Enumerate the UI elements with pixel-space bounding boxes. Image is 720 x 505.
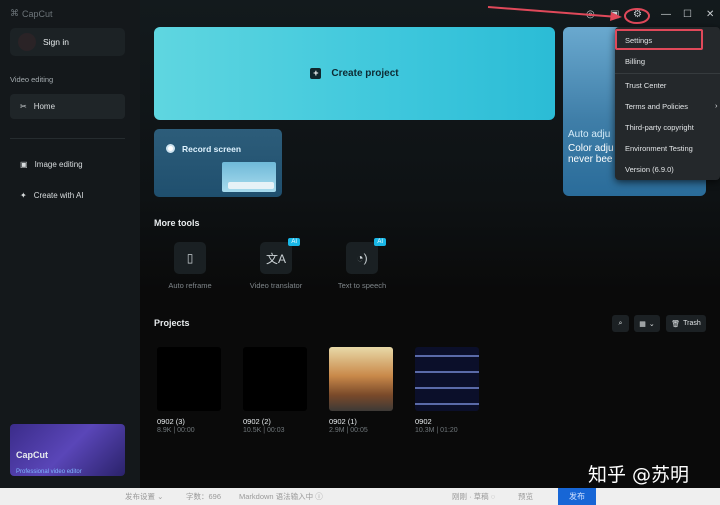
- project-thumbnail: [415, 347, 479, 411]
- trash-icon: 🗑: [671, 320, 681, 328]
- project-thumbnail: [329, 347, 393, 411]
- tool-label: Video translator: [249, 281, 303, 290]
- ai-badge: AI: [374, 238, 386, 246]
- banner-subtitle: Professional video editor: [16, 469, 82, 475]
- settings-highlight-box: [615, 29, 703, 50]
- editor-bottom-bar: 发布设置 ⌄ 字数：696 Markdown 语法输入中 ⓘ 刚刚 · 草稿 ◌…: [0, 488, 720, 505]
- chevron-right-icon: ›: [715, 101, 718, 110]
- publish-settings-dropdown[interactable]: 发布设置 ⌄: [125, 491, 163, 502]
- tool-text-to-speech[interactable]: ◔) AI Text to speech: [322, 238, 402, 290]
- promo-banner[interactable]: CapCut Professional video editor: [10, 424, 125, 476]
- create-project-label: Create project: [331, 68, 399, 79]
- menu-item-terms[interactable]: Terms and Policies: [625, 102, 688, 111]
- preview-button[interactable]: 预览: [518, 491, 533, 502]
- view-toggle-button[interactable]: ▦ ⌄: [634, 315, 660, 332]
- ai-badge: AI: [288, 238, 300, 246]
- sparkle-icon: ✦: [20, 191, 27, 200]
- promo-line: Color adju: [568, 143, 614, 154]
- project-card[interactable]: 0902 (1) 2.9M | 00:05: [329, 347, 393, 434]
- speaking-head-icon: ◔) AI: [346, 238, 386, 274]
- trash-label: Trash: [683, 320, 701, 327]
- nav-label: Home: [33, 102, 56, 111]
- menu-item-third-party[interactable]: Third-party copyright: [625, 123, 694, 132]
- annotation-arrow: [487, 6, 650, 24]
- trash-button[interactable]: 🗑 Trash: [666, 315, 706, 332]
- projects-heading: Projects: [154, 318, 190, 328]
- word-count: 字数：696: [186, 492, 222, 501]
- nav-label: Image editing: [34, 160, 83, 169]
- project-meta: 2.9M | 00:05: [329, 427, 368, 434]
- project-card[interactable]: 0902 (2) 10.5K | 00:03: [243, 347, 307, 434]
- promo-text: Color adju never bee: [568, 143, 614, 165]
- promo-title: Auto adju: [568, 129, 611, 140]
- record-preview-bar: [228, 182, 274, 189]
- create-project-button[interactable]: + Create project: [154, 27, 555, 120]
- project-card[interactable]: 0902 (3) 8.9K | 00:00: [157, 347, 221, 434]
- record-icon: [166, 144, 175, 153]
- menu-item-environment-testing[interactable]: Environment Testing: [625, 144, 693, 153]
- sidebar-item-image-editing[interactable]: ▣ Image editing: [10, 152, 125, 177]
- project-meta: 8.9K | 00:00: [157, 427, 195, 434]
- draft-status: 刚刚 · 草稿 ◌: [452, 492, 496, 501]
- project-thumbnail: [157, 347, 221, 411]
- scissors-icon: ✂: [20, 102, 27, 111]
- tool-auto-reframe[interactable]: ▯ Auto reframe: [150, 242, 230, 290]
- publish-button[interactable]: 发布: [558, 488, 596, 505]
- search-button[interactable]: ⌕: [612, 315, 629, 332]
- sidebar-item-create-with-ai[interactable]: ✦ Create with AI: [10, 183, 125, 208]
- divider: [10, 138, 125, 139]
- sidebar-item-home[interactable]: ✂ Home: [10, 94, 125, 119]
- menu-item-version[interactable]: Version (6.9.0): [625, 165, 674, 174]
- chevron-down-icon: ⌄: [648, 320, 655, 328]
- menu-divider: [615, 73, 720, 74]
- more-tools-heading: More tools: [154, 218, 200, 228]
- translate-icon: 文A AI: [260, 238, 300, 274]
- promo-line: never bee: [568, 154, 613, 165]
- project-name: 0902 (1): [329, 417, 357, 426]
- section-label: Video editing: [10, 75, 54, 84]
- grid-icon: ▦: [639, 320, 646, 328]
- tool-video-translator[interactable]: 文A AI Video translator: [236, 238, 316, 290]
- project-name: 0902 (3): [157, 417, 185, 426]
- phone-frame-icon: ▯: [174, 242, 206, 274]
- tool-label: Auto reframe: [168, 281, 212, 290]
- project-card[interactable]: 0902 10.3M | 01:20: [415, 347, 479, 434]
- image-icon: ▣: [20, 160, 28, 169]
- project-meta: 10.5K | 00:03: [243, 427, 285, 434]
- menu-item-billing[interactable]: Billing: [625, 57, 645, 66]
- search-icon: ⌕: [618, 319, 623, 327]
- plus-icon: +: [310, 68, 322, 79]
- project-name: 0902: [415, 417, 432, 426]
- nav-label: Create with AI: [33, 191, 84, 200]
- project-thumbnail: [243, 347, 307, 411]
- tool-label: Text to speech: [337, 281, 387, 290]
- watermark: 知乎 @苏明: [588, 464, 690, 486]
- sidebar: ⌘ CapCut Sign in Video editing ✂ Home ▣ Ima…: [0, 0, 140, 488]
- project-name: 0902 (2): [243, 417, 271, 426]
- project-meta: 10.3M | 01:20: [415, 427, 458, 434]
- banner-title: CapCut: [16, 450, 48, 460]
- menu-item-trust-center[interactable]: Trust Center: [625, 81, 666, 90]
- markdown-status: Markdown 语法输入中 ⓘ: [239, 492, 323, 501]
